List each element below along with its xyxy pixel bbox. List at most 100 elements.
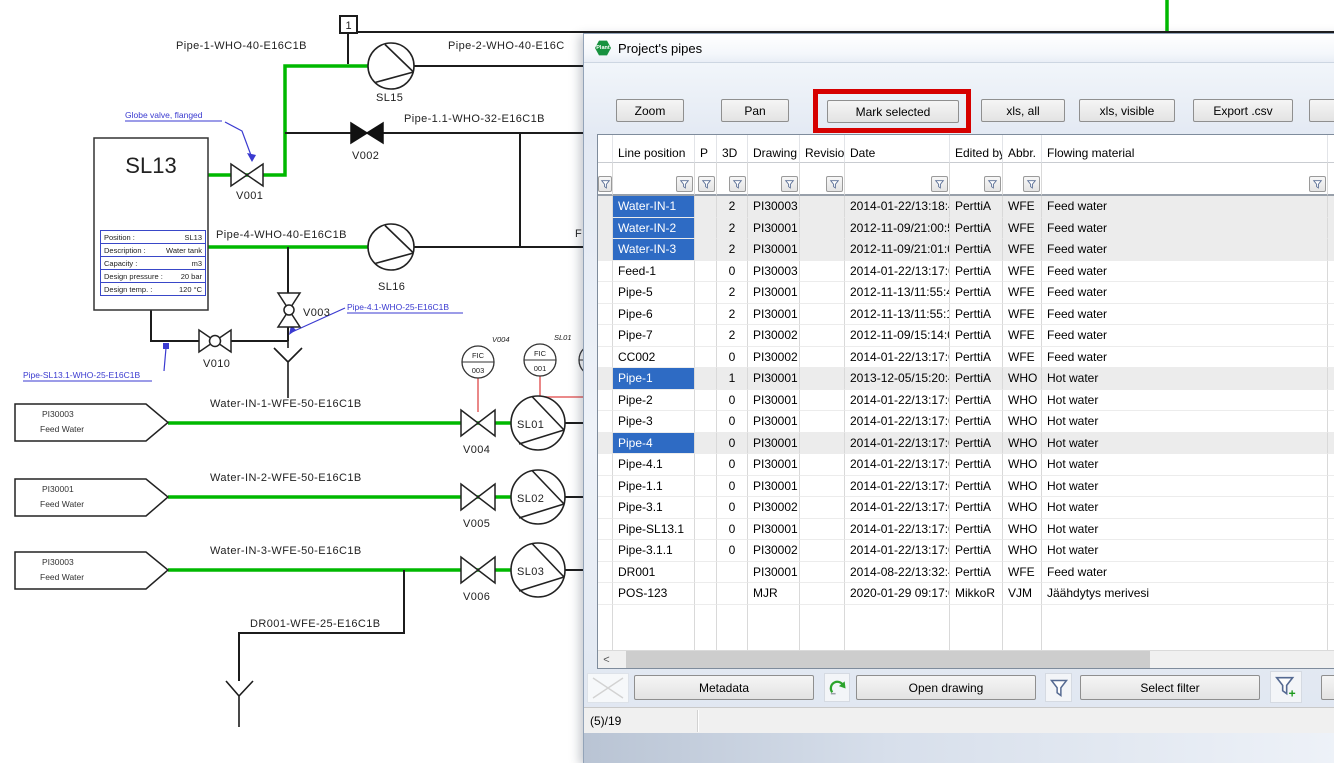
column-header[interactable]: Flowing material <box>1042 135 1328 163</box>
valve-v002[interactable] <box>351 123 383 143</box>
metadata-button[interactable]: Metadata <box>634 675 814 700</box>
valve-v004[interactable] <box>461 410 495 436</box>
table-row[interactable]: Pipe-40PI300012014-01-22/13:17:07PerttiA… <box>598 433 1334 455</box>
table-row[interactable]: POS-123MJR2020-01-29 09:17:02MikkoRVJMJä… <box>598 583 1334 605</box>
filter-funnel-icon[interactable] <box>781 176 798 192</box>
column-header[interactable]: Abbr. <box>1003 135 1042 163</box>
column-header[interactable] <box>598 135 613 163</box>
filter-cell[interactable] <box>748 163 800 196</box>
pan-button[interactable]: Pan <box>721 99 789 122</box>
filter-cell[interactable] <box>950 163 1003 196</box>
filter-funnel-icon[interactable] <box>826 176 843 192</box>
horizontal-scrollbar[interactable]: < <box>598 650 1334 668</box>
table-row[interactable]: Pipe-4.10PI300012014-01-22/13:17:07Pertt… <box>598 454 1334 476</box>
column-header[interactable]: Date <box>845 135 950 163</box>
column-header[interactable]: 3D <box>717 135 748 163</box>
filter-funnel-icon[interactable] <box>676 176 693 192</box>
table-row[interactable]: Pipe-62PI300012012-11-13/11:55:17PerttiA… <box>598 304 1334 326</box>
export-csv-button[interactable]: Export .csv <box>1193 99 1293 122</box>
table-row[interactable]: CC0020PI300022014-01-22/13:17:07PerttiAW… <box>598 347 1334 369</box>
filter-cell[interactable] <box>717 163 748 196</box>
source-arrow-2[interactable]: PI30001 Feed Water <box>15 479 168 516</box>
table-row[interactable]: Pipe-30PI300012014-01-22/13:17:07PerttiA… <box>598 411 1334 433</box>
table-row[interactable]: Water-IN-12PI300032014-01-22/13:18:42Per… <box>598 196 1334 218</box>
valve-v010[interactable] <box>199 330 231 352</box>
window-title: Project's pipes <box>618 41 702 56</box>
scroll-left-arrow[interactable]: < <box>598 651 615 668</box>
column-header[interactable]: P <box>695 135 717 163</box>
table-row[interactable]: Water-IN-32PI300012012-11-09/21:01:03Per… <box>598 239 1334 261</box>
grid-cell: PerttiA <box>950 519 1003 541</box>
instrument-fic-003[interactable]: FIC 003 V004 <box>462 335 510 378</box>
table-row[interactable]: Pipe-72PI300022012-11-09/15:14:07PerttiA… <box>598 325 1334 347</box>
source-arrow-3[interactable]: PI30003 Feed Water <box>15 552 168 589</box>
filter-cell[interactable] <box>1042 163 1328 196</box>
table-row[interactable]: Pipe-3.10PI300022014-01-22/13:17:07Pertt… <box>598 497 1334 519</box>
filter-funnel-icon[interactable] <box>984 176 1001 192</box>
grid-cell: PerttiA <box>950 454 1003 476</box>
xls-visible-button[interactable]: xls, visible <box>1079 99 1175 122</box>
grid-cell <box>598 390 613 412</box>
filter-funnel-icon[interactable] <box>598 176 612 192</box>
filter-cell[interactable] <box>1003 163 1042 196</box>
import-button[interactable]: Import <box>1309 99 1334 122</box>
column-header[interactable]: Revision <box>800 135 845 163</box>
filter-cell[interactable] <box>845 163 950 196</box>
grid-cell <box>695 390 717 412</box>
filter-cell[interactable] <box>695 163 717 196</box>
valve-v005[interactable] <box>461 484 495 510</box>
source-arrow-1[interactable]: PI30003 Feed Water <box>15 404 168 441</box>
grid-cell <box>800 261 845 283</box>
grid-cell: PerttiA <box>950 562 1003 584</box>
filter-funnel-icon[interactable] <box>729 176 746 192</box>
filter-cell[interactable] <box>1328 163 1334 196</box>
clipped-edge-button[interactable] <box>1321 675 1334 700</box>
refresh-icon[interactable] <box>824 673 850 702</box>
valve-v001[interactable] <box>231 164 263 186</box>
offpage-connector-1[interactable]: 1 <box>340 16 357 33</box>
grid-cell <box>800 476 845 498</box>
grid-cell <box>695 218 717 240</box>
filter-cell[interactable] <box>800 163 845 196</box>
table-row[interactable]: Pipe-1.10PI300012014-01-22/13:17:07Pertt… <box>598 476 1334 498</box>
column-header[interactable] <box>1328 135 1334 163</box>
grid-cell: 2012-11-09/21:00:56 <box>845 218 950 240</box>
add-filter-icon-button[interactable]: + <box>1270 671 1302 703</box>
table-row[interactable]: Feed-10PI300032014-01-22/13:17:07PerttiA… <box>598 261 1334 283</box>
filter-funnel-icon[interactable] <box>1023 176 1040 192</box>
valve-v003[interactable] <box>278 293 300 327</box>
table-row[interactable]: Pipe-3.1.10PI300022014-01-22/13:17:07Per… <box>598 540 1334 562</box>
table-row[interactable]: Pipe-SL13.10PI300012014-01-22/13:17:07Pe… <box>598 519 1334 541</box>
table-row[interactable]: Pipe-20PI300012014-01-22/13:17:07PerttiA… <box>598 390 1334 412</box>
table-row[interactable]: DR001PI300012014-08-22/13:32:46PerttiAWF… <box>598 562 1334 584</box>
filter-cell[interactable] <box>613 163 695 196</box>
instrument-fic-001[interactable]: FIC 001 SL01 <box>524 333 572 376</box>
grid-cell <box>800 325 845 347</box>
column-header[interactable]: Drawing <box>748 135 800 163</box>
zoom-button[interactable]: Zoom <box>616 99 684 122</box>
table-row[interactable]: Water-IN-22PI300012012-11-09/21:00:56Per… <box>598 218 1334 240</box>
globe-valve-note: Globe valve, flanged <box>125 110 203 120</box>
window-titlebar[interactable]: Plant Project's pipes <box>584 34 1334 63</box>
open-drawing-button[interactable]: Open drawing <box>856 675 1036 700</box>
select-filter-button[interactable]: Select filter <box>1080 675 1260 700</box>
grid-cell: WHO <box>1003 497 1042 519</box>
column-header[interactable]: Line position <box>613 135 695 163</box>
table-row[interactable]: Pipe-52PI300012012-11-13/11:55:42PerttiA… <box>598 282 1334 304</box>
filter-funnel-icon[interactable] <box>698 176 715 192</box>
filter-cell[interactable] <box>598 163 613 196</box>
column-header[interactable]: Edited by <box>950 135 1003 163</box>
filter-funnel-icon[interactable] <box>1309 176 1326 192</box>
grid-cell <box>598 562 613 584</box>
filter-funnel-icon[interactable] <box>931 176 948 192</box>
filter-icon-button[interactable] <box>1045 673 1072 702</box>
xls-all-button[interactable]: xls, all <box>981 99 1065 122</box>
table-row[interactable]: Pipe-11PI300012013-12-05/15:20:45PerttiA… <box>598 368 1334 390</box>
disabled-action-icon <box>587 673 629 703</box>
pump-sl15[interactable] <box>368 43 414 89</box>
grid-cell: WFE <box>1003 196 1042 218</box>
pump-sl16[interactable] <box>368 224 414 270</box>
valve-v006[interactable] <box>461 557 495 583</box>
scrollbar-thumb[interactable] <box>626 651 1150 668</box>
mark-selected-button[interactable]: Mark selected <box>827 100 959 123</box>
